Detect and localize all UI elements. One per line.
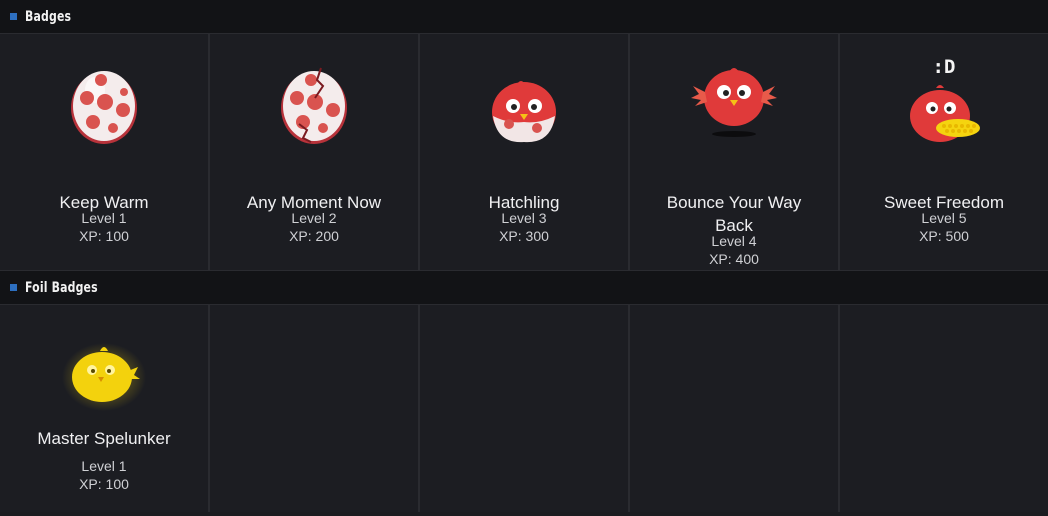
empty-badge-slot bbox=[420, 305, 630, 512]
badges-section-title: Badges bbox=[25, 8, 72, 25]
badge-card-hatchling[interactable]: Hatchling Level 3 XP: 300 bbox=[420, 34, 630, 270]
bird-with-corn-icon bbox=[910, 85, 980, 142]
cracked-egg-icon bbox=[281, 67, 347, 144]
badges-grid: Keep Warm Level 1 XP: 100 Any Moment Now… bbox=[0, 34, 1048, 271]
badge-name: Bounce Your Way Back bbox=[666, 193, 802, 235]
badge-name: Master Spelunker bbox=[37, 429, 171, 448]
badge-xp: XP: 300 bbox=[499, 228, 549, 244]
badges-section-header: Badges bbox=[0, 0, 1048, 34]
badge-level: Level 4 bbox=[711, 233, 757, 249]
badge-level: Level 2 bbox=[291, 210, 337, 226]
badge-card-keep-warm[interactable]: Keep Warm Level 1 XP: 100 bbox=[0, 34, 210, 270]
badge-card-any-moment-now[interactable]: Any Moment Now Level 2 XP: 200 bbox=[210, 34, 420, 270]
section-bullet-icon bbox=[10, 13, 17, 20]
badge-xp: XP: 500 bbox=[919, 228, 969, 244]
hatchling-bird-icon bbox=[492, 81, 556, 143]
empty-badge-slot bbox=[840, 305, 1048, 512]
gold-bird-icon bbox=[62, 343, 146, 411]
happy-face-caption: :D bbox=[932, 56, 956, 78]
badge-level: Level 5 bbox=[921, 210, 967, 226]
bouncing-bird-icon bbox=[691, 68, 777, 137]
badge-level: Level 1 bbox=[81, 210, 127, 226]
badge-card-sweet-freedom[interactable]: :D Sweet Freedom Level 5 XP: 500 bbox=[840, 34, 1048, 270]
badge-level: Level 3 bbox=[501, 210, 547, 226]
empty-badge-slot bbox=[630, 305, 840, 512]
badge-level: Level 1 bbox=[81, 458, 127, 474]
badge-xp: XP: 100 bbox=[79, 228, 129, 244]
badge-card-bounce-your-way-back[interactable]: Bounce Your Way Back Level 4 XP: 400 bbox=[630, 34, 840, 270]
section-bullet-icon bbox=[10, 284, 17, 291]
foil-badges-grid: Master Spelunker Level 1 XP: 100 bbox=[0, 305, 1048, 512]
empty-badge-slot bbox=[210, 305, 420, 512]
badge-xp: XP: 400 bbox=[709, 251, 759, 267]
foil-badges-section-title: Foil Badges bbox=[25, 279, 98, 296]
badge-xp: XP: 200 bbox=[289, 228, 339, 244]
foil-badges-section-header: Foil Badges bbox=[0, 271, 1048, 305]
spotted-egg-icon bbox=[71, 71, 137, 144]
badge-card-master-spelunker[interactable]: Master Spelunker Level 1 XP: 100 bbox=[0, 305, 210, 512]
badge-xp: XP: 100 bbox=[79, 476, 129, 492]
